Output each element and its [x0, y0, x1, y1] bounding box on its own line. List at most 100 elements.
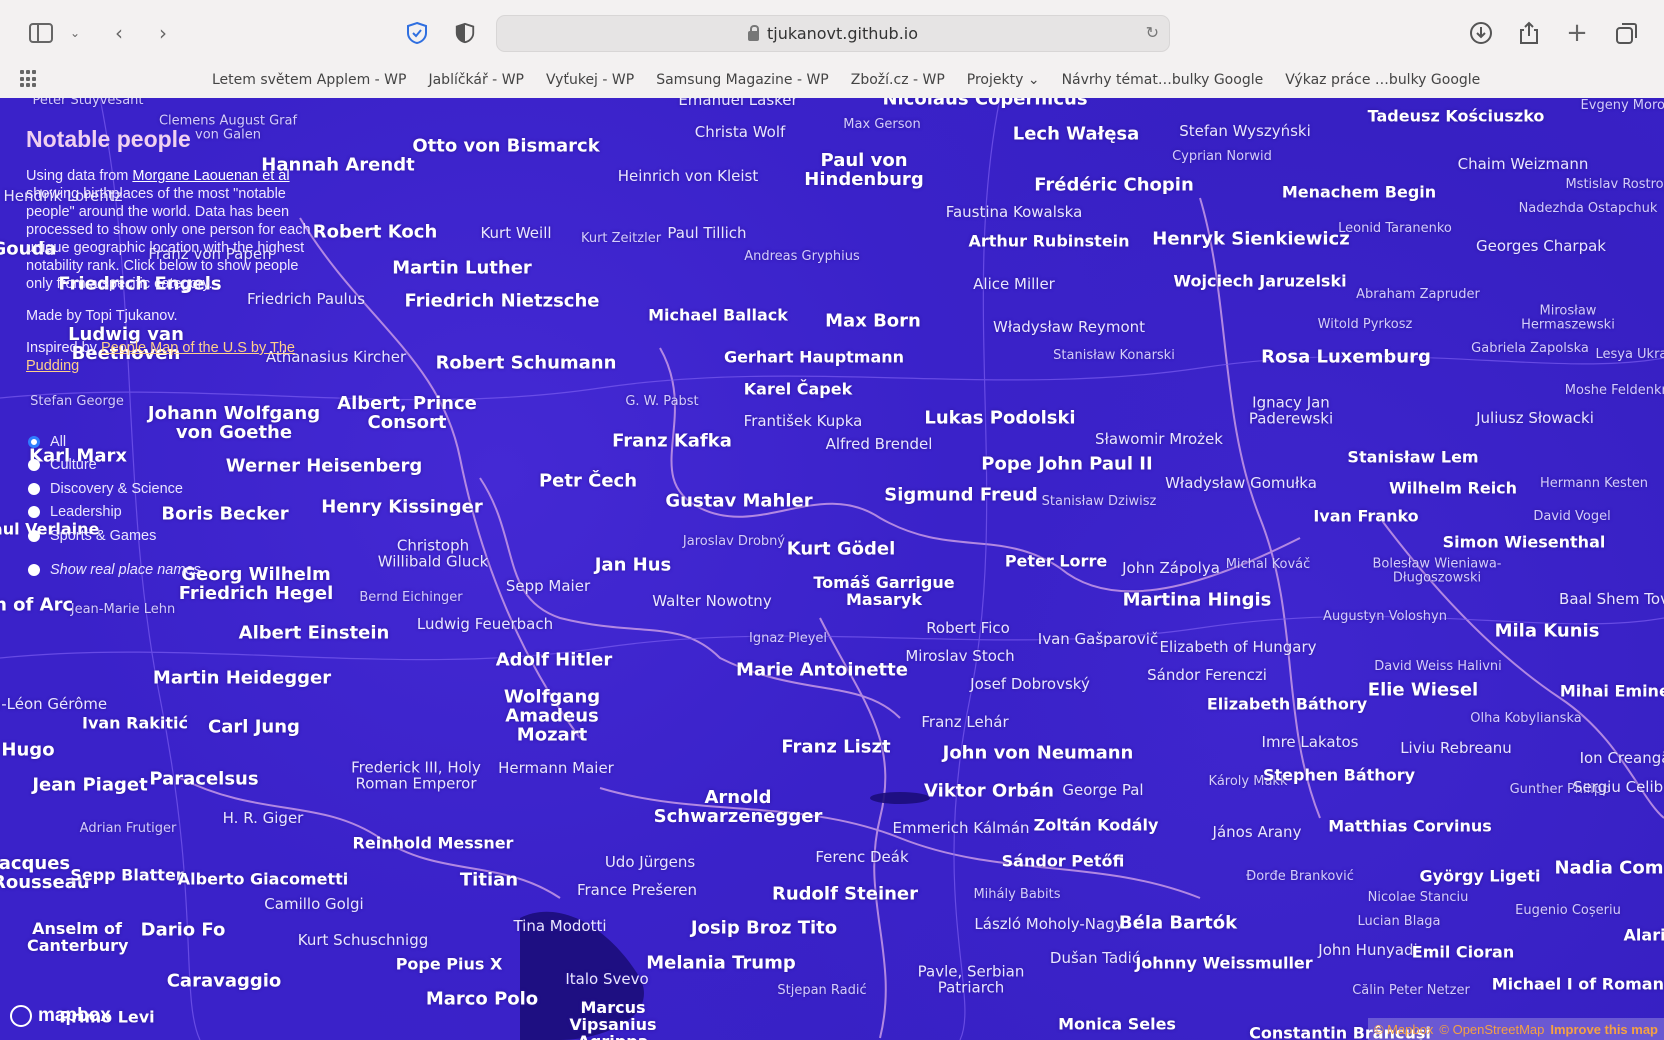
map-label-person[interactable]: Sepp Maier: [506, 578, 590, 595]
map-label-person[interactable]: Abraham Zapruder: [1356, 288, 1480, 302]
map-label-person[interactable]: Nicolaus Copernicus: [882, 98, 1087, 109]
map-label-person[interactable]: Monica Seles: [1058, 1016, 1176, 1034]
map-label-person[interactable]: Otto von Bismarck: [412, 137, 599, 157]
map-label-person[interactable]: Andreas Gryphius: [744, 250, 860, 264]
map-label-person[interactable]: Evgeny Morozov: [1581, 99, 1664, 113]
map-label-person[interactable]: Stefan Wyszyński: [1179, 123, 1311, 140]
map-label-person[interactable]: Friedrich Nietzsche: [404, 292, 599, 312]
map-label-person[interactable]: Alice Miller: [973, 276, 1055, 293]
map-label-person[interactable]: Stanisław Konarski: [1053, 349, 1175, 363]
map-label-person[interactable]: Imre Lakatos: [1262, 734, 1359, 751]
bookmark-zbozi[interactable]: Zboží.cz - WP: [851, 72, 945, 88]
map-label-person[interactable]: Titian: [460, 871, 518, 891]
map-label-person[interactable]: Sepp Blatter: [70, 867, 183, 885]
map-label-person[interactable]: Ferenc Deák: [815, 849, 908, 866]
shield-check-icon[interactable]: [402, 18, 432, 48]
bookmark-samsung-magazine[interactable]: Samsung Magazine - WP: [656, 72, 829, 88]
map-label-person[interactable]: Mstislav Rostropovich: [1565, 178, 1664, 192]
map-label-person[interactable]: Sándor Ferenczi: [1147, 667, 1267, 684]
map-label-person[interactable]: Josip Broz Tito: [691, 919, 837, 939]
map-label-person[interactable]: Peter Lorre: [1005, 553, 1107, 571]
map-label-person[interactable]: Witold Pyrkosz: [1318, 318, 1413, 332]
tab-overview-icon[interactable]: [1612, 18, 1642, 48]
map-label-person[interactable]: Franz Lehár: [921, 714, 1008, 731]
map-label-person[interactable]: Camillo Golgi: [264, 896, 363, 913]
map-label-person[interactable]: Pavle, Serbian Patriarch: [906, 963, 1036, 996]
map-label-person[interactable]: Marco Polo: [426, 990, 538, 1010]
map-label-person[interactable]: John von Neumann: [943, 744, 1134, 764]
radio-culture[interactable]: Culture: [28, 454, 183, 478]
map-label-person[interactable]: Ignacy Jan Paderewski: [1236, 394, 1346, 427]
radio-all[interactable]: All: [28, 430, 183, 454]
map-label-person[interactable]: Bolesław Wieniawa-Długoszowski: [1362, 557, 1512, 584]
map-label-person[interactable]: Mirosław Hermaszewski: [1513, 304, 1623, 331]
map-label-person[interactable]: Dušan Tadić: [1050, 950, 1140, 967]
map-label-person[interactable]: Stefan George: [30, 395, 124, 409]
map-label-person[interactable]: Władysław Reymont: [993, 319, 1145, 336]
map-label-person[interactable]: H. R. Giger: [223, 810, 304, 827]
privacy-shield-icon[interactable]: [450, 18, 480, 48]
map-label-person[interactable]: Emil Cioran: [1412, 944, 1514, 962]
map-label-person[interactable]: Bernd Eichinger: [359, 591, 462, 605]
map-label-person[interactable]: Paul von Hindenburg: [799, 151, 929, 190]
map-label-person[interactable]: Gustav Mahler: [665, 492, 812, 512]
map-label-person[interactable]: Jean-Léon Gérôme: [0, 696, 107, 713]
map-label-person[interactable]: Alarich: [1624, 927, 1664, 945]
map-label-person[interactable]: Christa Wolf: [695, 124, 786, 141]
map-label-person[interactable]: Kurt Schuschnigg: [298, 932, 428, 949]
bookmark-navrhy-temat[interactable]: Návrhy témat…bulky Google: [1062, 72, 1264, 88]
map-label-person[interactable]: Hermann Maier: [498, 760, 614, 777]
reload-icon[interactable]: ↻: [1146, 23, 1159, 42]
map-label-person[interactable]: Joan of Arc: [0, 596, 73, 616]
map-label-person[interactable]: Frederick III, Holy Roman Emperor: [346, 759, 486, 792]
map-label-person[interactable]: Alberto Giacometti: [178, 871, 348, 889]
map-label-person[interactable]: Jacques Rousseau: [0, 854, 90, 893]
map-label-person[interactable]: Stanisław Dziwisz: [1042, 495, 1157, 509]
bookmark-vykaz-prace[interactable]: Výkaz práce …bulky Google: [1285, 72, 1480, 88]
map-label-person[interactable]: David Weiss Halivni: [1374, 660, 1502, 674]
map-label-person[interactable]: Max Gerson: [843, 118, 920, 132]
map-label-person[interactable]: Augustyn Voloshyn: [1323, 610, 1447, 624]
attribution-osm-link[interactable]: © OpenStreetMap: [1439, 1022, 1544, 1037]
map-label-person[interactable]: Martin Luther: [392, 259, 532, 279]
map-label-person[interactable]: György Ligeti: [1419, 868, 1540, 886]
bookmark-folder-projekty[interactable]: Projekty ⌄: [967, 72, 1040, 88]
back-icon[interactable]: ‹: [104, 18, 134, 48]
map-label-person[interactable]: Dario Fo: [141, 921, 226, 941]
map-label-person[interactable]: Ion Creangă: [1580, 750, 1664, 767]
map-label-person[interactable]: Josef Dobrovský: [970, 676, 1090, 693]
map-label-person[interactable]: Max Born: [825, 312, 921, 332]
map-label-person[interactable]: Gerhart Hauptmann: [724, 349, 904, 367]
map-label-person[interactable]: Henryk Sienkiewicz: [1152, 230, 1349, 250]
map-label-person[interactable]: Robert Schumann: [436, 354, 617, 374]
map-label-person[interactable]: Simon Wiesenthal: [1443, 534, 1606, 552]
map-label-person[interactable]: Mihály Babits: [973, 888, 1060, 902]
map-label-person[interactable]: Baal Shem Tov: [1559, 591, 1664, 608]
map-label-person[interactable]: Stjepan Radić: [777, 984, 866, 998]
map-label-person[interactable]: Gabriela Zapolska: [1471, 342, 1589, 356]
map-label-person[interactable]: Paracelsus: [149, 770, 258, 790]
map-label-person[interactable]: Stanisław Lem: [1347, 449, 1478, 467]
map-label-person[interactable]: Moshe Feldenkrais: [1565, 384, 1664, 398]
toggle-dot[interactable]: [28, 564, 40, 576]
share-icon[interactable]: [1514, 18, 1544, 48]
map-label-person[interactable]: Martina Hingis: [1123, 591, 1272, 611]
map-label-person[interactable]: Jean Piaget: [32, 776, 147, 796]
map-label-person[interactable]: Paul Tillich: [667, 225, 746, 242]
map-label-person[interactable]: Faustina Kowalska: [946, 204, 1083, 221]
map-label-person[interactable]: Ivan Rakitić: [82, 715, 188, 733]
map-label-person[interactable]: Elizabeth Báthory: [1207, 696, 1367, 714]
map-label-person[interactable]: Petr Čech: [539, 472, 637, 492]
map-label-person[interactable]: Đorđe Branković: [1246, 870, 1354, 884]
map-label-person[interactable]: Franz Liszt: [781, 738, 890, 758]
radio-dot[interactable]: [28, 482, 40, 495]
map-label-person[interactable]: Sándor Petőfi: [1002, 853, 1125, 871]
map-label-person[interactable]: Elie Wiesel: [1368, 681, 1478, 701]
map-label-person[interactable]: Martin Heidegger: [153, 669, 331, 689]
map-label-person[interactable]: Melania Trump: [646, 954, 795, 974]
map-label-person[interactable]: Michael I of Romania: [1492, 976, 1664, 994]
map-label-person[interactable]: Karel Čapek: [744, 381, 852, 399]
map-label-person[interactable]: Sławomir Mrożek: [1095, 431, 1223, 448]
map-label-person[interactable]: Elizabeth of Hungary: [1159, 639, 1316, 656]
map-label-person[interactable]: Rosa Luxemburg: [1261, 348, 1431, 368]
